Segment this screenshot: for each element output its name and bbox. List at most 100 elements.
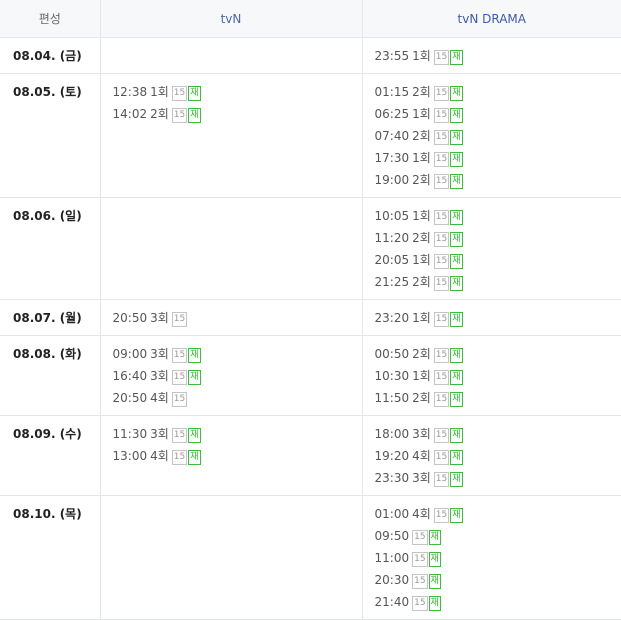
episode-number: 1회	[412, 311, 431, 325]
airtime: 20:05	[375, 253, 410, 267]
broadcast-slot[interactable]: 20:3015재	[375, 569, 621, 591]
episode-number: 3회	[150, 347, 169, 361]
age-rating-badge: 15	[434, 450, 449, 465]
broadcast-slot[interactable]: 19:204회15재	[375, 445, 621, 467]
broadcast-slot[interactable]: 20:504회15	[113, 387, 362, 409]
airtime: 21:40	[375, 595, 410, 609]
broadcast-slot[interactable]: 17:301회15재	[375, 147, 621, 169]
broadcast-slot[interactable]: 01:152회15재	[375, 81, 621, 103]
date-column-header: 편성	[0, 0, 100, 38]
broadcast-slot[interactable]: 11:303회15재	[113, 423, 362, 445]
age-rating-badge: 15	[172, 312, 187, 327]
tvn-slots-cell: 09:003회15재16:403회15재20:504회15	[100, 336, 362, 416]
broadcast-slot[interactable]: 00:502회15재	[375, 343, 621, 365]
broadcast-slot[interactable]: 09:5015재	[375, 525, 621, 547]
broadcast-date: 08.04. (금)	[0, 38, 100, 74]
rerun-badge: 재	[450, 450, 462, 465]
schedule-row: 08.10. (목)01:004회15재09:5015재11:0015재20:3…	[0, 496, 621, 620]
episode-number: 1회	[412, 253, 431, 267]
broadcast-slot[interactable]: 01:004회15재	[375, 503, 621, 525]
rerun-badge: 재	[450, 392, 462, 407]
tvn-slots-cell: 12:381회15재14:022회15재	[100, 74, 362, 198]
age-rating-badge: 15	[434, 174, 449, 189]
tvn-drama-slots-cell: 23:551회15재	[362, 38, 621, 74]
rerun-badge: 재	[450, 254, 462, 269]
rerun-badge: 재	[188, 108, 200, 123]
broadcast-slot[interactable]: 18:003회15재	[375, 423, 621, 445]
schedule-body: 08.04. (금)23:551회15재08.05. (토)12:381회15재…	[0, 38, 621, 620]
broadcast-slot[interactable]: 20:051회15재	[375, 249, 621, 271]
airtime: 12:38	[113, 85, 148, 99]
tvn-drama-slots-cell: 10:051회15재11:202회15재20:051회15재21:252회15재	[362, 198, 621, 300]
airtime: 16:40	[113, 369, 148, 383]
rerun-badge: 재	[450, 276, 462, 291]
broadcast-slot[interactable]: 16:403회15재	[113, 365, 362, 387]
episode-number: 1회	[412, 151, 431, 165]
episode-number: 1회	[412, 209, 431, 223]
broadcast-slot[interactable]: 07:402회15재	[375, 125, 621, 147]
broadcast-slot[interactable]: 11:502회15재	[375, 387, 621, 409]
broadcast-date: 08.07. (월)	[0, 300, 100, 336]
broadcast-slot[interactable]: 23:303회15재	[375, 467, 621, 489]
episode-number: 1회	[150, 85, 169, 99]
broadcast-date: 08.09. (수)	[0, 416, 100, 496]
airtime: 11:00	[375, 551, 410, 565]
broadcast-date: 08.05. (토)	[0, 74, 100, 198]
broadcast-slot[interactable]: 12:381회15재	[113, 81, 362, 103]
tvn-drama-slots-cell: 18:003회15재19:204회15재23:303회15재	[362, 416, 621, 496]
age-rating-badge: 15	[412, 530, 427, 545]
age-rating-badge: 15	[434, 50, 449, 65]
broadcast-slot[interactable]: 20:503회15	[113, 307, 362, 329]
age-rating-badge: 15	[434, 254, 449, 269]
broadcast-slot[interactable]: 23:551회15재	[375, 45, 621, 67]
age-rating-badge: 15	[434, 428, 449, 443]
broadcast-slot[interactable]: 23:201회15재	[375, 307, 621, 329]
airtime: 00:50	[375, 347, 410, 361]
tvn-drama-column-header: tvN DRAMA	[362, 0, 621, 38]
airtime: 07:40	[375, 129, 410, 143]
airtime: 20:50	[113, 391, 148, 405]
airtime: 17:30	[375, 151, 410, 165]
schedule-row: 08.04. (금) 23:551회15재	[0, 38, 621, 74]
airtime: 11:20	[375, 231, 410, 245]
rerun-badge: 재	[450, 50, 462, 65]
airtime: 10:30	[375, 369, 410, 383]
age-rating-badge: 15	[434, 210, 449, 225]
broadcast-slot[interactable]: 10:301회15재	[375, 365, 621, 387]
age-rating-badge: 15	[434, 232, 449, 247]
episode-number: 4회	[412, 449, 431, 463]
rerun-badge: 재	[450, 472, 462, 487]
tvn-drama-slots-cell: 23:201회15재	[362, 300, 621, 336]
broadcast-slot[interactable]: 14:022회15재	[113, 103, 362, 125]
airtime: 09:00	[113, 347, 148, 361]
broadcast-slot[interactable]: 19:002회15재	[375, 169, 621, 191]
age-rating-badge: 15	[434, 472, 449, 487]
broadcast-slot[interactable]: 06:251회15재	[375, 103, 621, 125]
age-rating-badge: 15	[172, 108, 187, 123]
rerun-badge: 재	[188, 370, 200, 385]
rerun-badge: 재	[429, 596, 441, 611]
broadcast-date: 08.08. (화)	[0, 336, 100, 416]
broadcast-date: 08.10. (목)	[0, 496, 100, 620]
airtime: 14:02	[113, 107, 148, 121]
episode-number: 3회	[150, 311, 169, 325]
schedule-header: 편성 tvN tvN DRAMA	[0, 0, 621, 38]
broadcast-slot[interactable]: 10:051회15재	[375, 205, 621, 227]
tvn-column-header: tvN	[100, 0, 362, 38]
broadcast-slot[interactable]: 21:4015재	[375, 591, 621, 613]
tvn-drama-slots-cell: 01:152회15재06:251회15재07:402회15재17:301회15재…	[362, 74, 621, 198]
airtime: 10:05	[375, 209, 410, 223]
episode-number: 2회	[412, 275, 431, 289]
broadcast-slot[interactable]: 21:252회15재	[375, 271, 621, 293]
airtime: 23:20	[375, 311, 410, 325]
tvn-slots-cell	[100, 496, 362, 620]
broadcast-slot[interactable]: 09:003회15재	[113, 343, 362, 365]
broadcast-slot[interactable]: 11:202회15재	[375, 227, 621, 249]
broadcast-slot[interactable]: 13:004회15재	[113, 445, 362, 467]
age-rating-badge: 15	[172, 86, 187, 101]
broadcast-slot[interactable]: 11:0015재	[375, 547, 621, 569]
airtime: 11:50	[375, 391, 410, 405]
rerun-badge: 재	[450, 508, 462, 523]
age-rating-badge: 15	[434, 86, 449, 101]
rerun-badge: 재	[450, 370, 462, 385]
